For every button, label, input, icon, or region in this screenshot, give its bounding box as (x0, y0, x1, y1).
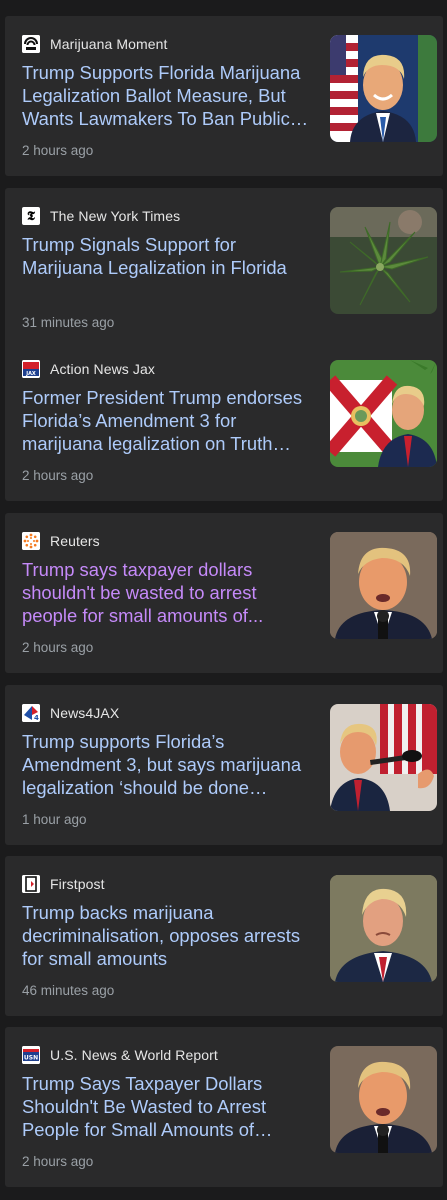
source-row: Firstpost (22, 874, 105, 894)
usn-logo-icon: USN (22, 1046, 40, 1064)
source-row: 𝕿 The New York Times (22, 206, 180, 226)
svg-text:4: 4 (34, 714, 39, 722)
news-card[interactable]: USN U.S. News & World Report Trump Says … (5, 1027, 443, 1187)
news-card[interactable]: Reuters Trump says taxpayer dollars shou… (5, 513, 443, 673)
timestamp: 31 minutes ago (22, 315, 115, 330)
marijuana-moment-logo-icon (22, 35, 40, 53)
firstpost-logo-icon (22, 875, 40, 893)
timestamp: 1 hour ago (22, 812, 87, 827)
headline-link[interactable]: Former President Trump endorses Florida’… (22, 386, 312, 455)
timestamp: 2 hours ago (22, 468, 94, 483)
nyt-logo-icon: 𝕿 (22, 207, 40, 225)
source-name: Marijuana Moment (50, 36, 168, 52)
trump-speaking-photo[interactable] (330, 532, 437, 639)
trump-at-microphone-photo[interactable] (330, 704, 437, 811)
headline-link[interactable]: Trump Supports Florida Marijuana Legaliz… (22, 61, 312, 130)
news-card[interactable]: 𝕿 The New York Times Trump Signals Suppo… (5, 188, 443, 348)
timestamp: 2 hours ago (22, 1154, 94, 1169)
svg-text:USN: USN (24, 1055, 38, 1062)
trump-portrait-photo[interactable] (330, 875, 437, 982)
action-news-jax-logo-icon: JAX (22, 360, 40, 378)
source-name: The New York Times (50, 208, 181, 224)
headline-link[interactable]: Trump Signals Support for Marijuana Lega… (22, 233, 312, 279)
timestamp: 2 hours ago (22, 143, 94, 158)
headline-link[interactable]: Trump Says Taxpayer Dollars Shouldn't Be… (22, 1072, 312, 1141)
source-row: 4 News4JAX (22, 703, 119, 723)
news-card[interactable]: Marijuana Moment Trump Supports Florida … (5, 16, 443, 176)
trump-florida-flag-cannabis-collage[interactable] (330, 360, 437, 467)
source-name: Reuters (50, 533, 100, 549)
source-name: News4JAX (50, 705, 120, 721)
svg-text:JAX: JAX (25, 371, 36, 377)
source-name: U.S. News & World Report (50, 1047, 218, 1063)
timestamp: 2 hours ago (22, 640, 94, 655)
trump-speaking-photo[interactable] (330, 1046, 437, 1153)
news-card[interactable]: Firstpost Trump backs marijuana decrimin… (5, 856, 443, 1016)
source-name: Firstpost (50, 876, 105, 892)
news-card[interactable]: 4 News4JAX Trump supports Florida’s Amen… (5, 685, 443, 845)
source-name: Action News Jax (50, 361, 155, 377)
cannabis-plant-photo[interactable] (330, 207, 437, 314)
timestamp: 46 minutes ago (22, 983, 115, 998)
source-row: Reuters (22, 531, 100, 551)
reuters-logo-icon (22, 532, 40, 550)
source-row: JAX Action News Jax (22, 359, 155, 379)
headline-link[interactable]: Trump supports Florida’s Amendment 3, bu… (22, 730, 312, 799)
source-row: USN U.S. News & World Report (22, 1045, 218, 1065)
news-card[interactable]: JAX Action News Jax Former President Tru… (5, 341, 443, 501)
news-feed: Marijuana Moment Trump Supports Florida … (0, 0, 447, 1200)
headline-link[interactable]: Trump backs marijuana decriminalisation,… (22, 901, 312, 970)
source-row: Marijuana Moment (22, 34, 168, 54)
news4jax-logo-icon: 4 (22, 704, 40, 722)
trump-smiling-with-flag-photo[interactable] (330, 35, 437, 142)
headline-link[interactable]: Trump says taxpayer dollars shouldn't be… (22, 558, 312, 627)
